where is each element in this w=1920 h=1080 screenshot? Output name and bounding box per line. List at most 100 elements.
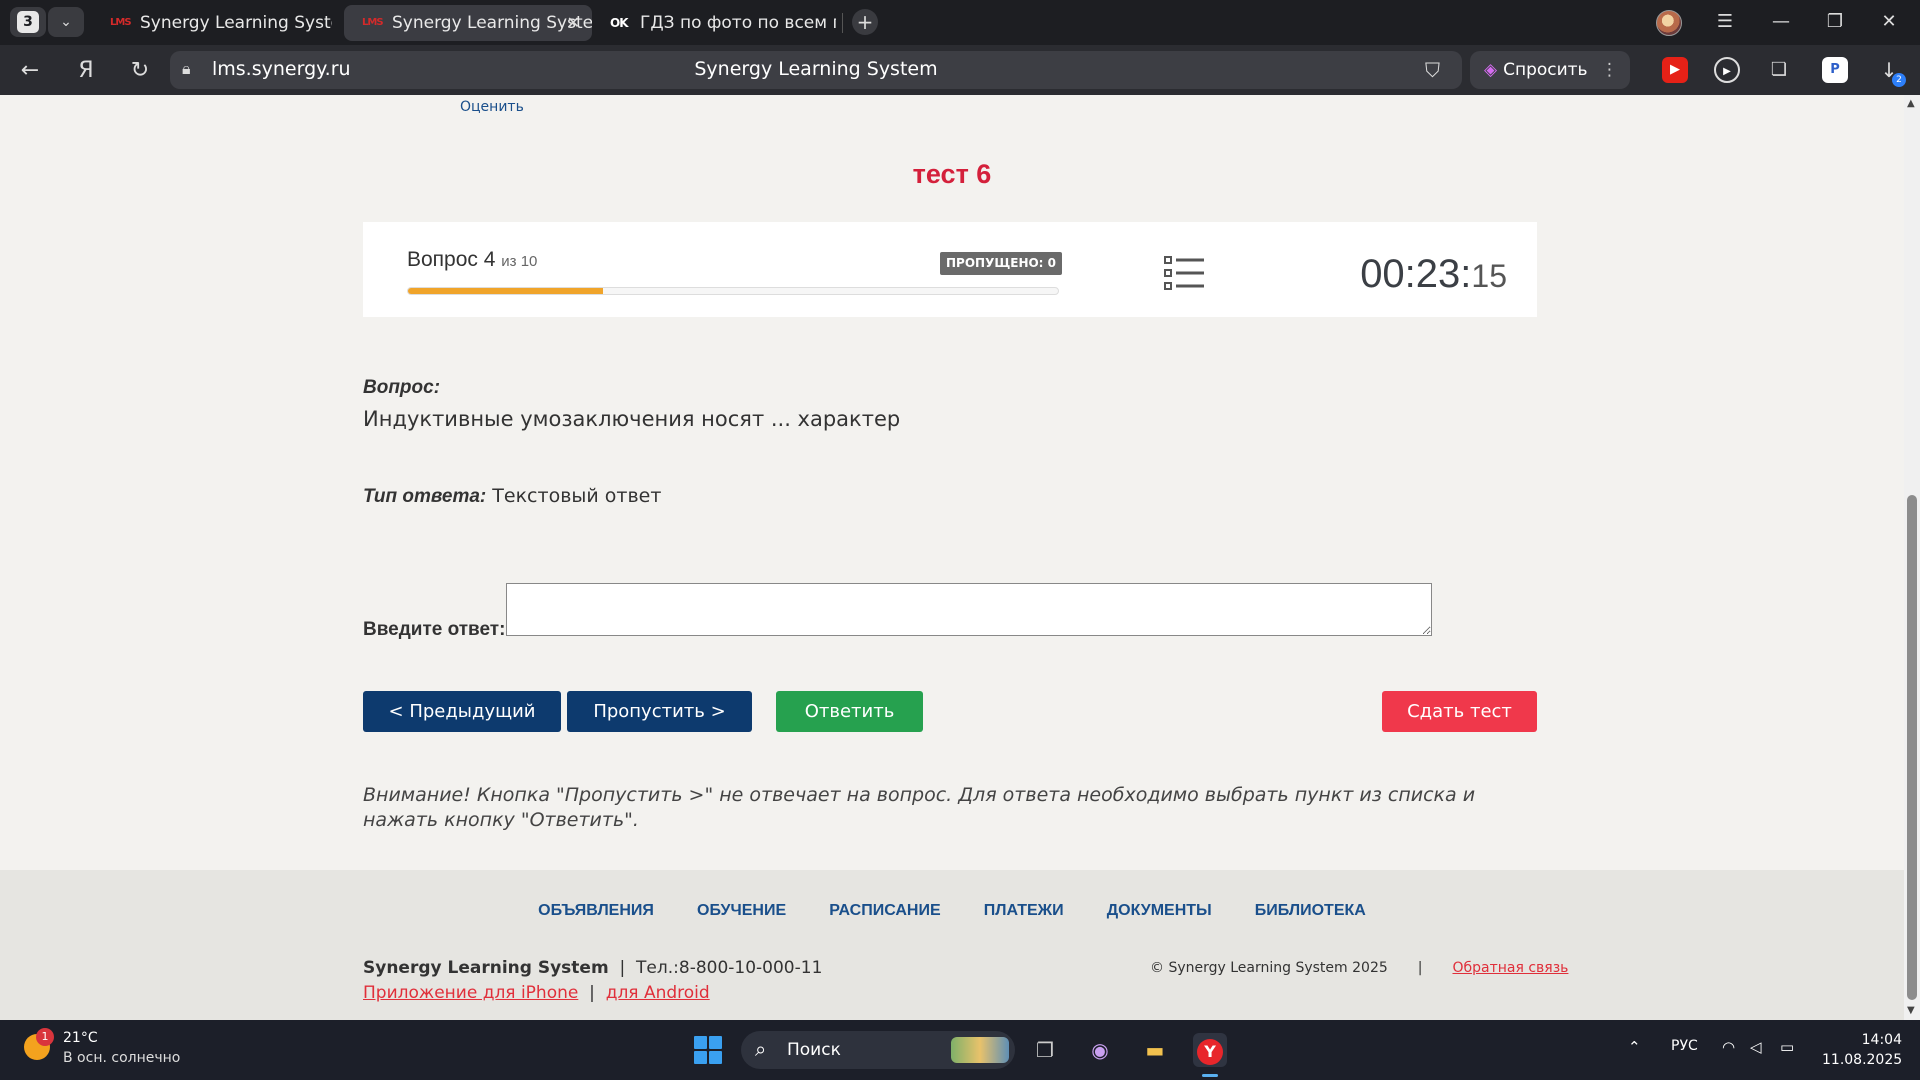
ask-alice-button[interactable]: ◈ Спросить ⋮ — [1470, 51, 1630, 89]
address-bar: ← Я ↻ 🔒︎ lms.synergy.ru Synergy Learning… — [0, 45, 1920, 95]
close-window-icon[interactable]: ✕ — [1874, 8, 1904, 36]
alice-icon: ◈ — [1484, 60, 1498, 80]
tray-chevron-up-icon[interactable]: ⌃ — [1628, 1038, 1641, 1056]
extension-icon[interactable]: P — [1822, 57, 1848, 83]
test-title: тест 6 — [912, 159, 992, 189]
page-scrollbar[interactable]: ▲ ▼ — [1904, 95, 1920, 1020]
minimize-icon[interactable]: — — [1766, 8, 1796, 36]
weather-temperature[interactable]: 21°C — [63, 1030, 98, 1046]
scroll-up-arrow-icon[interactable]: ▲ — [1907, 99, 1917, 109]
footer-link-announcements[interactable]: ОБЪЯВЛЕНИЯ — [538, 902, 654, 920]
progress-bar — [407, 287, 1059, 295]
footer-separator: | — [583, 983, 601, 1003]
back-arrow-icon[interactable]: ← — [16, 57, 44, 85]
question-total: из 10 — [501, 253, 538, 270]
footer-copyright: © Synergy Learning System 2025 | Обратная … — [1150, 960, 1568, 976]
taskbar-search[interactable]: ⌕ Поиск — [741, 1031, 1015, 1069]
lms-favicon-icon: LMS — [110, 17, 132, 28]
active-app-indicator — [1202, 1074, 1218, 1077]
footer-link-payments[interactable]: ПЛАТЕЖИ — [984, 902, 1064, 920]
windows-start-icon[interactable] — [694, 1036, 722, 1064]
file-explorer-icon[interactable]: ▬ — [1138, 1033, 1172, 1067]
youtube-icon[interactable]: ▶ — [1662, 57, 1688, 83]
copyright-text: © Synergy Learning System 2025 — [1150, 960, 1388, 976]
tab-count: 3 — [17, 11, 39, 33]
browser-tab-bar: 3 ⌄ LMS Synergy Learning System LMS Synerg… — [0, 0, 1920, 45]
tab-gdz[interactable]: OK ГДЗ по фото по всем пре — [596, 5, 836, 41]
wifi-icon[interactable]: ◠ — [1722, 1038, 1735, 1056]
search-placeholder: Поиск — [787, 1040, 841, 1060]
tab-title: ГДЗ по фото по всем пре — [640, 13, 836, 33]
footer-link-documents[interactable]: ДОКУМЕНТЫ — [1107, 902, 1212, 920]
progress-panel: Вопрос 4 из 10 ПРОПУЩЕНО: 0 00:23:15 — [363, 222, 1537, 317]
task-view-icon[interactable]: ❐ — [1028, 1033, 1062, 1067]
volume-icon[interactable]: ◁ — [1750, 1038, 1762, 1056]
submit-test-button[interactable]: Сдать тест — [1382, 691, 1537, 732]
skip-notice: Внимание! Кнопка "Пропустить >" не отвеч… — [363, 784, 1476, 831]
footer-phone: Тел.:8-800-10-000-11 — [636, 958, 823, 978]
profile-avatar[interactable] — [1656, 10, 1682, 36]
search-highlight-image — [951, 1037, 1009, 1063]
rate-link[interactable]: Оценить — [460, 99, 524, 115]
android-app-link[interactable]: для Android — [606, 983, 710, 1003]
lms-favicon-icon: LMS — [362, 17, 384, 28]
answer-input[interactable] — [506, 583, 1432, 636]
video-translate-icon[interactable]: ▶ — [1714, 57, 1740, 83]
answer-type-value: Текстовый ответ — [492, 485, 662, 507]
scroll-thumb[interactable] — [1907, 495, 1917, 1000]
tab-title: Synergy Learning System — [140, 13, 332, 33]
new-tab-plus-icon[interactable]: + — [852, 9, 878, 35]
weather-description[interactable]: В осн. солнечно — [63, 1050, 180, 1066]
collections-icon[interactable]: ❏ — [1766, 57, 1792, 83]
feedback-link[interactable]: Обратная связь — [1452, 960, 1568, 976]
footer-brand: Synergy Learning System | Тел.:8-800-10-… — [363, 958, 822, 978]
page-title: Synergy Learning System — [694, 58, 938, 80]
footer-separator: | — [1417, 960, 1423, 976]
tab-title: Synergy Learning Syste — [392, 13, 592, 33]
previous-button[interactable]: < Предыдущий — [363, 691, 561, 732]
answer-type-label: Тип ответа: — [363, 486, 487, 507]
page-content: Оценить тест 6 Вопрос 4 из 10 ПРОПУЩЕНО:… — [0, 95, 1904, 1020]
progress-fill — [408, 288, 603, 294]
footer: ОБЪЯВЛЕНИЯ ОБУЧЕНИЕ РАСПИСАНИЕ ПЛАТЕЖИ Д… — [0, 870, 1904, 1020]
tab-list-chevron-icon[interactable]: ⌄ — [48, 7, 84, 37]
skip-button[interactable]: Пропустить > — [567, 691, 752, 732]
footer-link-library[interactable]: БИБЛИОТЕКА — [1255, 902, 1366, 920]
more-vertical-icon[interactable]: ⋮ — [1601, 51, 1618, 89]
yandex-logo-icon[interactable]: Я — [72, 57, 100, 85]
question-counter: Вопрос 4 из 10 — [407, 248, 537, 272]
skipped-badge: ПРОПУЩЕНО: 0 — [940, 252, 1063, 275]
footer-brand-name: Synergy Learning System — [363, 958, 609, 978]
footer-link-learning[interactable]: ОБУЧЕНИЕ — [697, 902, 786, 920]
question-list-icon[interactable] — [1164, 255, 1206, 291]
close-tab-icon[interactable]: ✕ — [567, 5, 580, 41]
footer-link-schedule[interactable]: РАСПИСАНИЕ — [829, 902, 940, 920]
tab-count-button[interactable]: 3 — [10, 7, 46, 37]
yandex-browser-taskbar-icon[interactable]: Y — [1193, 1033, 1227, 1067]
media-player-icon[interactable]: ◉ — [1083, 1033, 1117, 1067]
scroll-down-arrow-icon[interactable]: ▼ — [1907, 1006, 1917, 1016]
url-field[interactable]: 🔒︎ lms.synergy.ru Synergy Learning Syste… — [170, 51, 1462, 89]
download-count-badge: 2 — [1892, 73, 1906, 87]
question-number: Вопрос 4 — [407, 248, 496, 271]
battery-icon[interactable]: ▭ — [1780, 1038, 1794, 1056]
ask-label: Спросить — [1503, 60, 1588, 80]
tab-synergy-1[interactable]: LMS Synergy Learning System — [92, 5, 332, 41]
answer-button[interactable]: Ответить — [776, 691, 923, 732]
search-icon: ⌕ — [755, 1037, 767, 1061]
ok-favicon-icon: OK — [610, 16, 629, 30]
downloads-icon[interactable]: ↓ 2 — [1876, 57, 1906, 87]
question-text: Индуктивные умозаключения носят ... хара… — [363, 407, 901, 431]
restore-icon[interactable]: ❐ — [1820, 8, 1850, 36]
language-indicator[interactable]: РУС — [1671, 1038, 1698, 1054]
footer-nav: ОБЪЯВЛЕНИЯ ОБУЧЕНИЕ РАСПИСАНИЕ ПЛАТЕЖИ Д… — [0, 900, 1904, 920]
iphone-app-link[interactable]: Приложение для iPhone — [363, 983, 578, 1003]
browser-menu-icon[interactable]: ☰ — [1710, 8, 1740, 36]
system-clock[interactable]: 14:04 11.08.2025 — [1822, 1030, 1902, 1070]
reload-icon[interactable]: ↻ — [126, 57, 154, 85]
tab-synergy-active[interactable]: LMS Synergy Learning Syste ✕ — [344, 5, 592, 41]
tab-divider — [842, 13, 843, 33]
bookmark-icon[interactable]: ⛉ — [1425, 58, 1440, 82]
timer-main: 00:23: — [1360, 252, 1472, 296]
windows-taskbar: 1 21°C В осн. солнечно ⌕ Поиск ❐ ◉ ▬ Y ⌃… — [0, 1020, 1920, 1080]
